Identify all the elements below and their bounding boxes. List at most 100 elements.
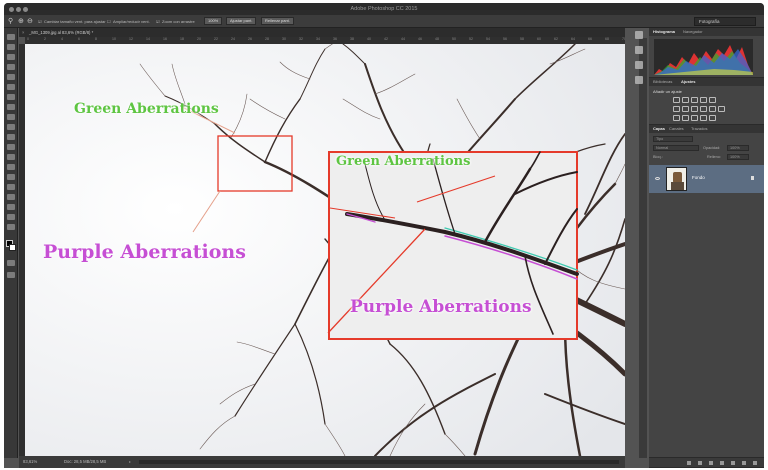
layer-name[interactable]: Fondo — [692, 175, 705, 180]
zoom-level[interactable]: 83,61% — [23, 456, 37, 468]
inset-purple-aberrations-label: Purple Aberrations — [350, 297, 532, 317]
ruler-mark: 32 — [299, 37, 303, 41]
hand-tool-icon[interactable] — [7, 214, 15, 220]
history-brush-tool-icon[interactable] — [7, 124, 15, 130]
workspace-select[interactable]: Fotografía — [694, 17, 756, 26]
link-layers-icon[interactable] — [687, 461, 691, 465]
blur-tool-icon[interactable] — [7, 154, 15, 160]
background-color-swatch[interactable] — [9, 244, 16, 251]
photo-filter-icon[interactable] — [700, 106, 707, 112]
info-panel-icon[interactable] — [635, 76, 643, 84]
tab-close-icon[interactable]: × — [22, 28, 24, 37]
opacity-input[interactable]: 100% — [727, 145, 749, 151]
eyedropper-tool-icon[interactable] — [7, 84, 15, 90]
tab-paths[interactable]: Trazados — [691, 125, 708, 133]
tab-libraries[interactable]: Bibliotecas — [653, 78, 672, 86]
type-tool-icon[interactable] — [7, 184, 15, 190]
status-menu-arrow-icon[interactable]: ▸ — [129, 456, 131, 468]
zoom-window-button[interactable] — [23, 7, 28, 12]
vertical-scrollbar[interactable] — [639, 38, 647, 458]
pen-tool-icon[interactable] — [7, 174, 15, 180]
vibrance-icon[interactable] — [709, 97, 716, 103]
scrubby-zoom-label: Zoom con arrastre — [162, 19, 195, 24]
delete-layer-icon[interactable] — [753, 461, 757, 465]
new-group-icon[interactable] — [731, 461, 735, 465]
fill-input[interactable]: 100% — [727, 154, 749, 160]
color-balance-icon[interactable] — [682, 106, 689, 112]
ruler-mark: 12 — [129, 37, 133, 41]
posterize-icon[interactable] — [682, 115, 689, 121]
ruler-mark: 8 — [95, 37, 97, 41]
levels-icon[interactable] — [682, 97, 689, 103]
layer-mask-icon[interactable] — [709, 461, 713, 465]
crop-tool-icon[interactable] — [7, 74, 15, 80]
tab-histogram[interactable]: Histograma — [653, 28, 675, 36]
ruler-mark: 16 — [163, 37, 167, 41]
minimize-window-button[interactable] — [16, 7, 21, 12]
ruler-mark: 62 — [554, 37, 558, 41]
move-tool-icon[interactable] — [7, 34, 15, 40]
healing-brush-tool-icon[interactable] — [7, 94, 15, 100]
document-canvas[interactable]: Green Aberrations Purple Aberrations Gre… — [25, 44, 625, 456]
properties-panel-icon[interactable] — [635, 61, 643, 69]
gradient-map-icon[interactable] — [700, 115, 707, 121]
close-window-button[interactable] — [9, 7, 14, 12]
exposure-icon[interactable] — [700, 97, 707, 103]
zoom-100-button[interactable]: 100% — [204, 17, 223, 25]
history-panel-icon[interactable] — [635, 31, 643, 39]
layer-style-icon[interactable] — [698, 461, 702, 465]
lasso-tool-icon[interactable] — [7, 54, 15, 60]
actions-panel-icon[interactable] — [635, 46, 643, 54]
shape-tool-icon[interactable] — [7, 204, 15, 210]
quick-select-tool-icon[interactable] — [7, 64, 15, 70]
path-select-tool-icon[interactable] — [7, 194, 15, 200]
dodge-tool-icon[interactable] — [7, 164, 15, 170]
eye-visibility-icon[interactable] — [655, 177, 660, 180]
color-lookup-icon[interactable] — [718, 106, 725, 112]
black-white-icon[interactable] — [691, 106, 698, 112]
fill-label: Relleno: — [707, 155, 721, 159]
threshold-icon[interactable] — [691, 115, 698, 121]
tab-channels[interactable]: Canales — [669, 125, 684, 133]
horizontal-ruler[interactable]: 0 2 4 6 8 10 12 14 16 18 20 22 24 26 28 30 32 34 36 38 40 42 4… — [25, 37, 625, 44]
marquee-tool-icon[interactable] — [7, 44, 15, 50]
layer-filter-select[interactable]: Tipo — [653, 136, 693, 142]
selective-color-icon[interactable] — [709, 115, 716, 121]
lock-icon — [751, 176, 754, 180]
blend-mode-select[interactable]: Normal — [653, 145, 699, 151]
horizontal-scrollbar[interactable] — [139, 460, 619, 464]
invert-icon[interactable] — [673, 115, 680, 121]
adjustments-tabs: Bibliotecas Ajustes — [649, 78, 764, 86]
quick-mask-icon[interactable] — [7, 260, 15, 266]
tab-adjustments[interactable]: Ajustes — [681, 78, 695, 86]
resize-windows-checkbox[interactable]: ☑ — [38, 19, 42, 24]
zoom-in-icon[interactable]: ⊕ — [18, 17, 24, 25]
tab-layers[interactable]: Capas — [653, 125, 665, 133]
eraser-tool-icon[interactable] — [7, 134, 15, 140]
zoom-tool-panel-icon[interactable] — [7, 224, 15, 230]
tab-navigator[interactable]: Navegador — [683, 28, 703, 36]
ruler-mark: 38 — [350, 37, 354, 41]
brush-tool-icon[interactable] — [7, 104, 15, 110]
zoom-out-icon[interactable]: ⊖ — [27, 17, 33, 25]
curves-icon[interactable] — [691, 97, 698, 103]
histogram-graph — [654, 39, 753, 75]
zoom-all-windows-checkbox[interactable]: ☐ — [107, 19, 111, 24]
clone-stamp-tool-icon[interactable] — [7, 114, 15, 120]
screen-mode-icon[interactable] — [7, 272, 15, 278]
new-adjustment-layer-icon[interactable] — [720, 461, 724, 465]
layer-thumbnail — [666, 167, 687, 191]
brightness-contrast-icon[interactable] — [673, 97, 680, 103]
channel-mixer-icon[interactable] — [709, 106, 716, 112]
new-layer-icon[interactable] — [742, 461, 746, 465]
scrubby-zoom-checkbox[interactable]: ☑ — [156, 19, 160, 24]
gradient-tool-icon[interactable] — [7, 144, 15, 150]
zoom-tool-icon[interactable]: ⚲ — [8, 17, 13, 25]
document-tab[interactable]: × _MG_1309.jpg al 83,6% (RGB/8) * — [19, 28, 625, 37]
options-bar: ⚲ ⊕ ⊖ ☑ Cambiar tamaño vent. para ajusta… — [4, 15, 764, 28]
fit-screen-button[interactable]: Ajustar pant. — [226, 17, 257, 25]
fill-screen-button[interactable]: Rellenar pant. — [261, 17, 294, 25]
hue-saturation-icon[interactable] — [673, 106, 680, 112]
ruler-mark: 28 — [265, 37, 269, 41]
layer-row-background[interactable]: Fondo — [649, 165, 764, 193]
